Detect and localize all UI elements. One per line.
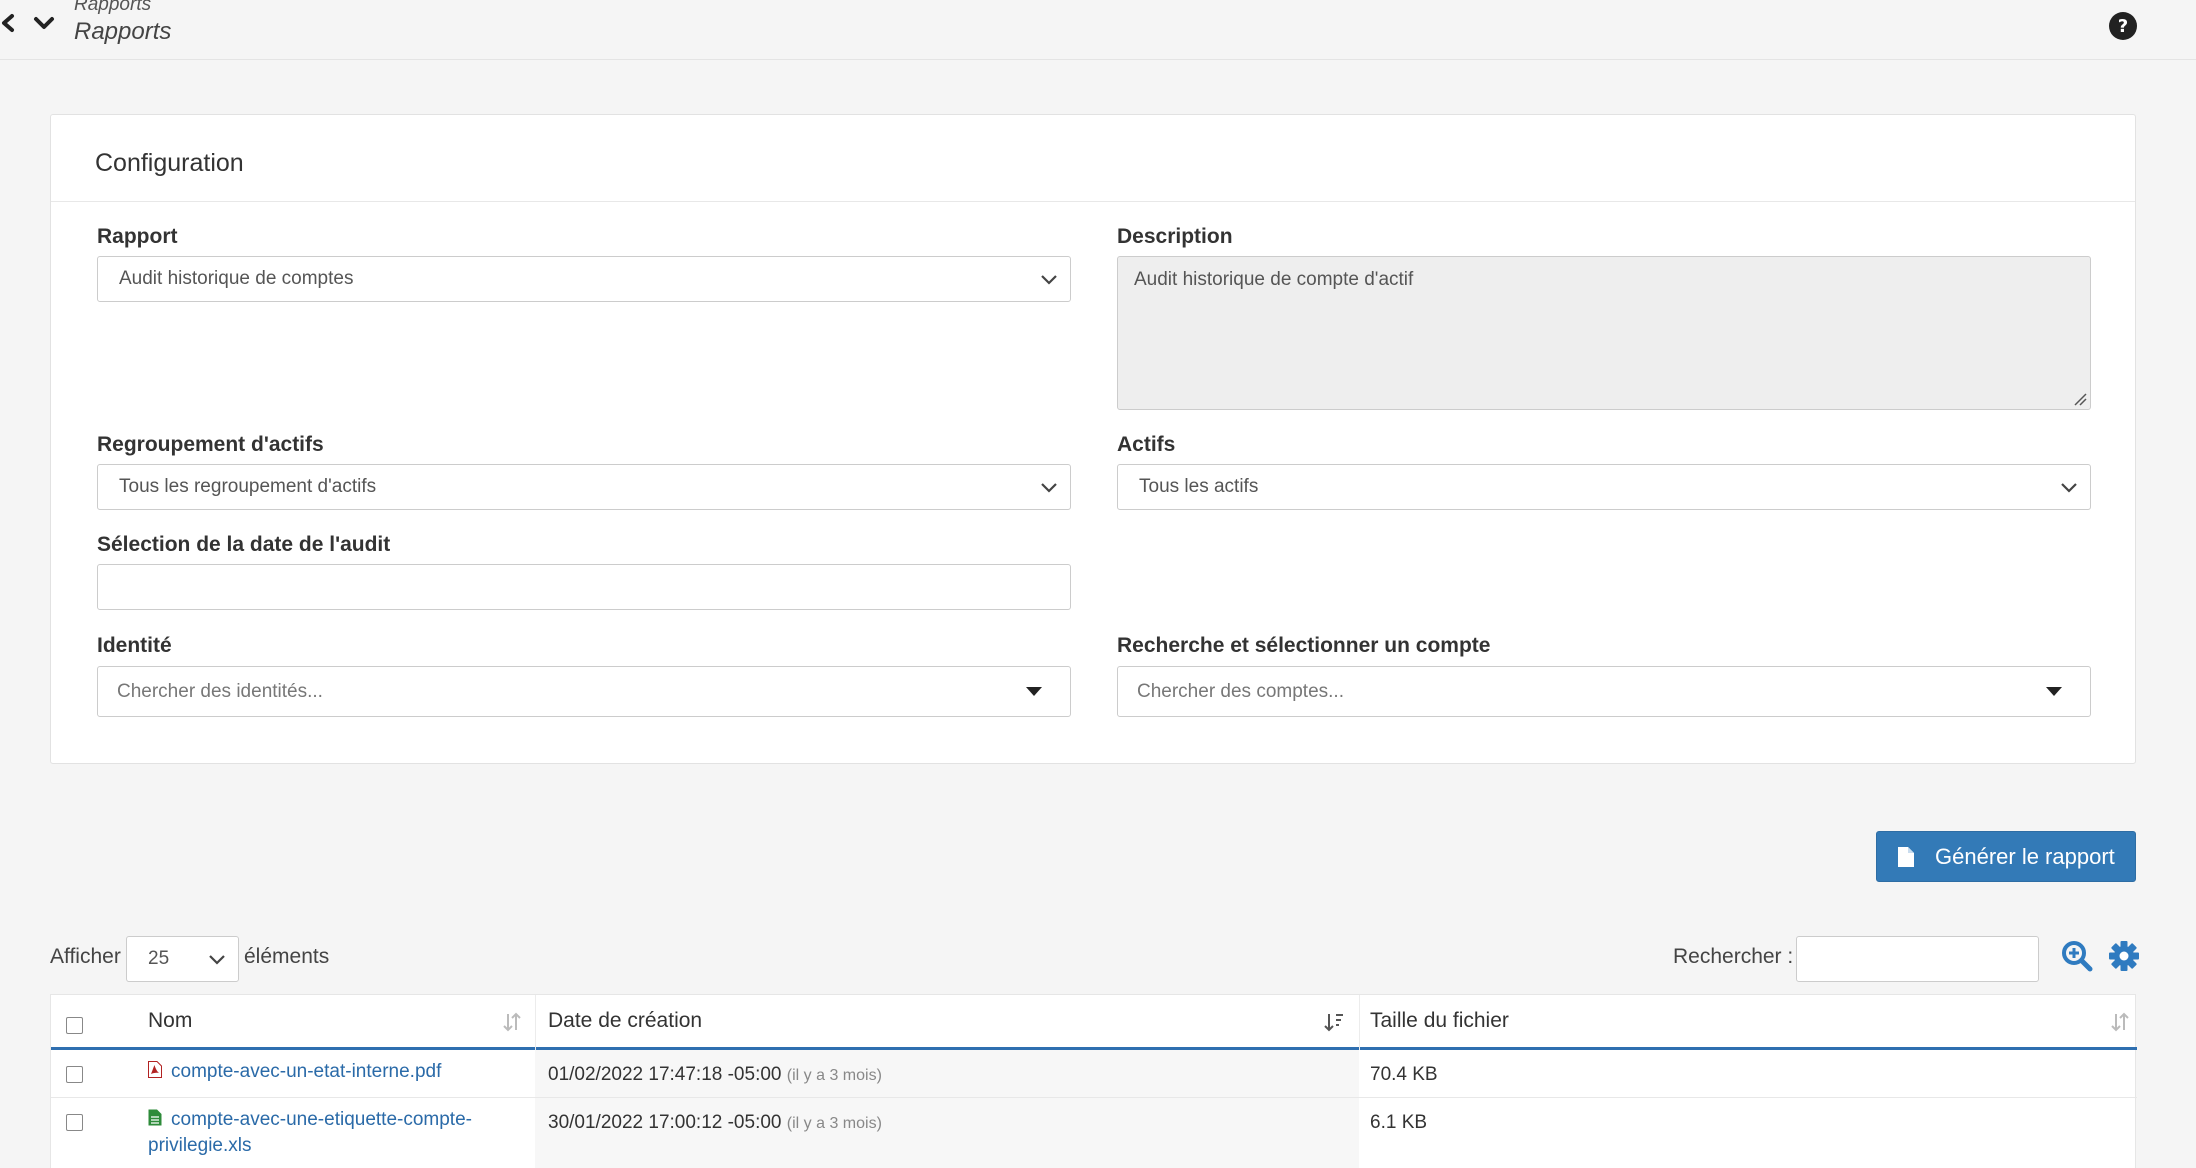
page-length-value: 25: [148, 948, 170, 969]
sort-icon[interactable]: [2110, 1011, 2130, 1033]
column-header-nom[interactable]: Nom: [148, 1009, 192, 1033]
identite-select[interactable]: Chercher des identités...: [97, 666, 1071, 717]
select-all-checkbox[interactable]: [66, 1017, 83, 1034]
regroupement-value: Tous les regroupement d'actifs: [119, 476, 377, 497]
row-checkbox[interactable]: [66, 1066, 83, 1083]
page-title: Rapports: [74, 18, 172, 45]
rapport-select[interactable]: Audit historique de comptes: [97, 256, 1071, 302]
search-label: Rechercher :: [1673, 945, 1794, 968]
generate-report-label: Générer le rapport: [1935, 843, 2115, 869]
caret-down-icon: [2046, 687, 2062, 696]
elements-label: éléments: [244, 945, 330, 968]
help-icon[interactable]: ?: [2108, 11, 2138, 41]
file-size-cell: 70.4 KB: [1370, 1064, 1438, 1085]
file-size-cell: 6.1 KB: [1370, 1112, 1428, 1133]
regroupement-select[interactable]: Tous les regroupement d'actifs: [97, 464, 1071, 510]
file-link[interactable]: compte-avec-un-etat-interne.pdf: [171, 1059, 441, 1085]
column-divider: [1359, 995, 1360, 1050]
chevron-down-icon: [2061, 483, 2077, 493]
caret-down-icon: [1026, 687, 1042, 696]
chevron-down-icon: [1041, 483, 1057, 493]
actifs-value: Tous les actifs: [1139, 476, 1259, 497]
reports-table: Nom Date de création Taille du fichier c…: [50, 994, 2137, 1168]
identite-placeholder: Chercher des identités...: [117, 680, 323, 702]
rapport-value: Audit historique de comptes: [119, 268, 354, 289]
compte-select[interactable]: Chercher des comptes...: [1117, 666, 2091, 717]
chevron-down-icon[interactable]: [30, 12, 58, 34]
table-header: Nom Date de création Taille du fichier: [51, 995, 2137, 1050]
date-audit-input[interactable]: [97, 564, 1071, 610]
generate-report-button[interactable]: Générer le rapport: [1876, 831, 2136, 882]
rapport-label: Rapport: [97, 225, 178, 248]
panel-title: Configuration: [51, 115, 2135, 202]
description-label: Description: [1117, 225, 1233, 248]
column-divider: [535, 995, 536, 1050]
date-audit-label: Sélection de la date de l'audit: [97, 533, 391, 556]
gear-icon[interactable]: [2108, 940, 2140, 972]
column-header-taille[interactable]: Taille du fichier: [1370, 1009, 1509, 1033]
compte-label: Recherche et sélectionner un compte: [1117, 634, 1491, 657]
description-value: Audit historique de compte d'actif: [1134, 269, 1414, 290]
resize-handle-icon[interactable]: [2072, 391, 2088, 407]
svg-text:?: ?: [2118, 16, 2128, 37]
regroupement-label: Regroupement d'actifs: [97, 433, 324, 456]
relative-time: (il y a 3 mois): [786, 1115, 882, 1132]
file-link[interactable]: privilegie.xls: [148, 1133, 251, 1159]
creation-date: 01/02/2022 17:47:18 -05:00: [548, 1064, 782, 1085]
chevron-down-icon: [1041, 275, 1057, 285]
compte-placeholder: Chercher des comptes...: [1137, 680, 1344, 702]
chevron-left-icon[interactable]: [0, 10, 18, 36]
creation-date-cell: 01/02/2022 17:47:18 -05:00 (il y a 3 moi…: [548, 1064, 882, 1086]
pdf-file-icon: [148, 1061, 162, 1078]
relative-time: (il y a 3 mois): [786, 1067, 882, 1084]
file-icon: [1898, 846, 1914, 867]
column-header-date[interactable]: Date de création: [548, 1009, 702, 1033]
chevron-down-icon: [209, 955, 225, 965]
creation-date-cell: 30/01/2022 17:00:12 -05:00 (il y a 3 moi…: [548, 1112, 882, 1134]
file-link[interactable]: compte-avec-une-etiquette-compte-: [171, 1107, 472, 1133]
breadcrumb[interactable]: Rapports: [74, 0, 151, 16]
configuration-panel: Configuration Rapport Audit historique d…: [50, 114, 2136, 764]
show-label: Afficher: [50, 945, 121, 968]
zoom-in-icon[interactable]: [2061, 940, 2093, 972]
creation-date: 30/01/2022 17:00:12 -05:00: [548, 1112, 782, 1133]
table-row: compte-avec-une-etiquette-compte- privil…: [51, 1098, 2137, 1168]
sort-icon[interactable]: [502, 1011, 522, 1033]
sort-desc-icon[interactable]: [1324, 1011, 1344, 1033]
identite-label: Identité: [97, 634, 172, 657]
page-length-select[interactable]: 25: [126, 936, 239, 982]
table-search-input[interactable]: [1796, 936, 2039, 982]
actifs-select[interactable]: Tous les actifs: [1117, 464, 2091, 510]
xls-file-icon: [148, 1109, 162, 1126]
top-bar: Rapports Rapports ?: [0, 0, 2196, 60]
actifs-label: Actifs: [1117, 433, 1176, 456]
file-link-line: compte-avec-une-etiquette-compte-: [171, 1109, 472, 1130]
description-textarea[interactable]: Audit historique de compte d'actif: [1117, 256, 2091, 410]
row-checkbox[interactable]: [66, 1114, 83, 1131]
table-row: compte-avec-un-etat-interne.pdf 01/02/20…: [51, 1050, 2137, 1098]
